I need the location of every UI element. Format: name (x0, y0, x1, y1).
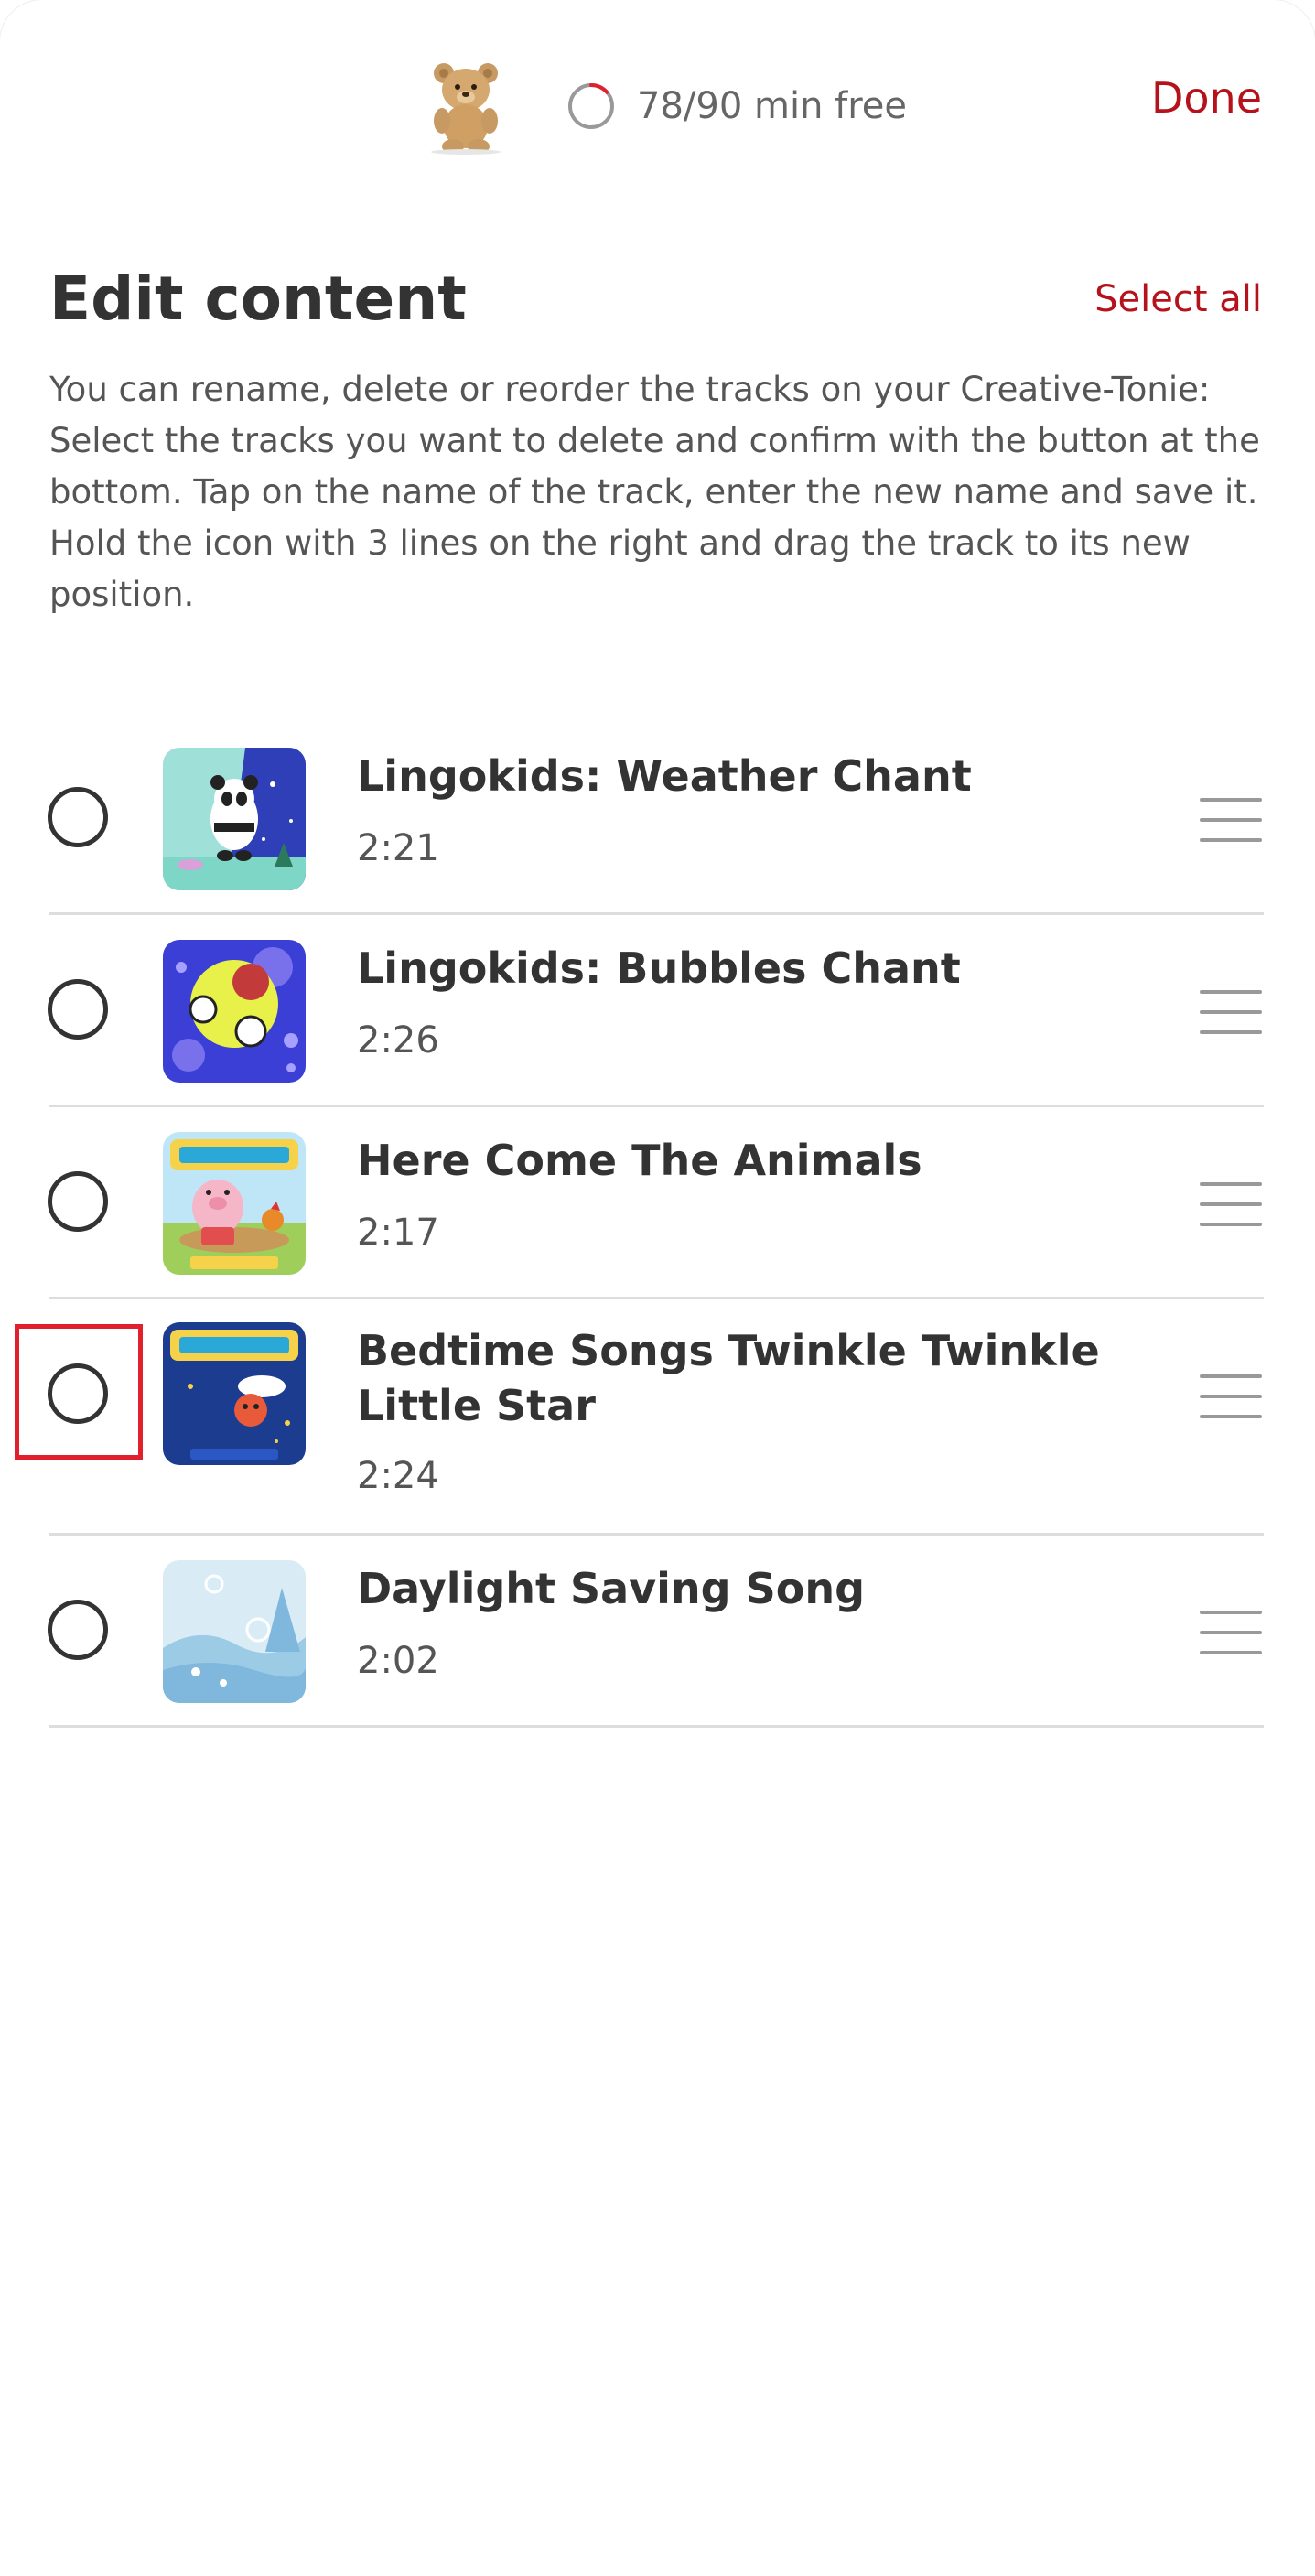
track-title[interactable]: Lingokids: Bubbles Chant (357, 941, 1180, 996)
track-select-radio[interactable] (48, 787, 108, 847)
daylight-cover-icon (163, 1560, 306, 1703)
drag-handle-icon[interactable] (1200, 990, 1262, 1036)
track-row: Daylight Saving Song 2:02 (0, 1536, 1315, 1728)
track-duration: 2:02 (357, 1640, 439, 1682)
track-duration: 2:24 (357, 1455, 439, 1497)
header: 78/90 min free Done (0, 0, 1315, 183)
track-duration: 2:21 (357, 827, 439, 869)
animal-songs-cover-icon (163, 1132, 306, 1275)
capacity-progress-ring-icon (568, 83, 614, 129)
bubbles-cover-icon (163, 940, 306, 1083)
capacity-text: 78/90 min free (637, 85, 907, 127)
select-all-button[interactable]: Select all (1094, 278, 1262, 320)
track-row: Lingokids: Bubbles Chant 2:26 (0, 915, 1315, 1107)
bedtime-songs-cover-icon (163, 1322, 306, 1465)
track-row: Here Come The Animals 2:17 (0, 1107, 1315, 1299)
track-duration: 2:17 (357, 1212, 439, 1254)
done-button[interactable]: Done (1151, 73, 1262, 123)
drag-handle-icon[interactable] (1200, 798, 1262, 844)
drag-handle-icon[interactable] (1200, 1182, 1262, 1228)
track-row: Bedtime Songs Twinkle Twinkle Little Sta… (0, 1299, 1315, 1536)
track-title[interactable]: Lingokids: Weather Chant (357, 749, 1180, 803)
teddy-bear-tonie-icon (431, 63, 501, 155)
page-title: Edit content (49, 264, 467, 334)
drag-handle-icon[interactable] (1200, 1611, 1262, 1656)
drag-handle-icon[interactable] (1200, 1374, 1262, 1420)
track-title[interactable]: Daylight Saving Song (357, 1561, 1180, 1616)
track-select-radio[interactable] (48, 1171, 108, 1232)
track-select-radio[interactable] (48, 979, 108, 1040)
track-title[interactable]: Here Come The Animals (357, 1133, 1180, 1188)
track-row: Lingokids: Weather Chant 2:21 (0, 723, 1315, 915)
track-select-radio[interactable] (48, 1600, 108, 1660)
track-list: Lingokids: Weather Chant 2:21 Lingokids:… (0, 723, 1315, 1728)
track-select-radio[interactable] (48, 1363, 108, 1424)
edit-content-sheet: 78/90 min free Done Edit content Select … (0, 0, 1315, 2576)
instructions-text: You can rename, delete or reorder the tr… (49, 370, 1260, 614)
track-title[interactable]: Bedtime Songs Twinkle Twinkle Little Sta… (357, 1323, 1180, 1433)
capacity-indicator: 78/90 min free (567, 79, 907, 134)
divider (49, 1725, 1264, 1728)
panda-cover-icon (163, 748, 306, 890)
track-duration: 2:26 (357, 1019, 439, 1062)
